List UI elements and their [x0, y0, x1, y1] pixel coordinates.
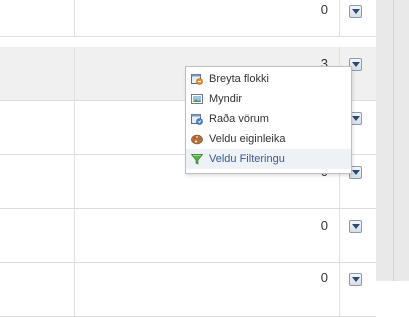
- row-count: 0: [320, 218, 328, 233]
- column-divider: [74, 155, 75, 208]
- edit-category-icon: [191, 74, 203, 85]
- table-row: 0: [0, 0, 376, 37]
- row-dropdown-button[interactable]: [349, 220, 362, 233]
- menu-item-label: Veldu Filteringu: [209, 153, 285, 165]
- column-divider: [74, 47, 75, 100]
- column-divider: [339, 0, 340, 36]
- row-count: 0: [320, 270, 328, 285]
- row-dropdown-button[interactable]: [349, 273, 362, 286]
- table-row: 0: [0, 209, 376, 263]
- menu-item-label: Breyta flokki: [209, 73, 269, 85]
- menu-item-label: Raða vörum: [209, 113, 269, 125]
- menu-item-choose-filtering[interactable]: Veldu Filteringu: [186, 149, 351, 169]
- row-dropdown-button[interactable]: [349, 5, 362, 18]
- filter-funnel-icon: [191, 154, 203, 165]
- menu-item-edit-category[interactable]: Breyta flokki: [186, 69, 351, 89]
- column-divider: [74, 101, 75, 154]
- row-context-menu: Breyta flokki Myndir Raða vörum Veldu ei…: [185, 66, 352, 174]
- sort-products-icon: [191, 114, 203, 125]
- gutter-divider: [393, 0, 394, 281]
- menu-item-label: Veldu eiginleika: [209, 133, 286, 145]
- row-count: 0: [320, 2, 328, 17]
- column-divider: [339, 263, 340, 316]
- menu-item-images[interactable]: Myndir: [186, 89, 351, 109]
- menu-item-label: Myndir: [209, 93, 243, 105]
- column-divider: [74, 0, 75, 36]
- menu-item-choose-attributes[interactable]: Veldu eiginleika: [186, 129, 351, 149]
- menu-item-sort-products[interactable]: Raða vörum: [186, 109, 351, 129]
- column-divider: [339, 209, 340, 262]
- column-divider: [74, 209, 75, 262]
- image-icon: [191, 94, 203, 104]
- palette-icon: [191, 134, 203, 145]
- table-row: 0: [0, 263, 376, 317]
- column-divider: [74, 263, 75, 316]
